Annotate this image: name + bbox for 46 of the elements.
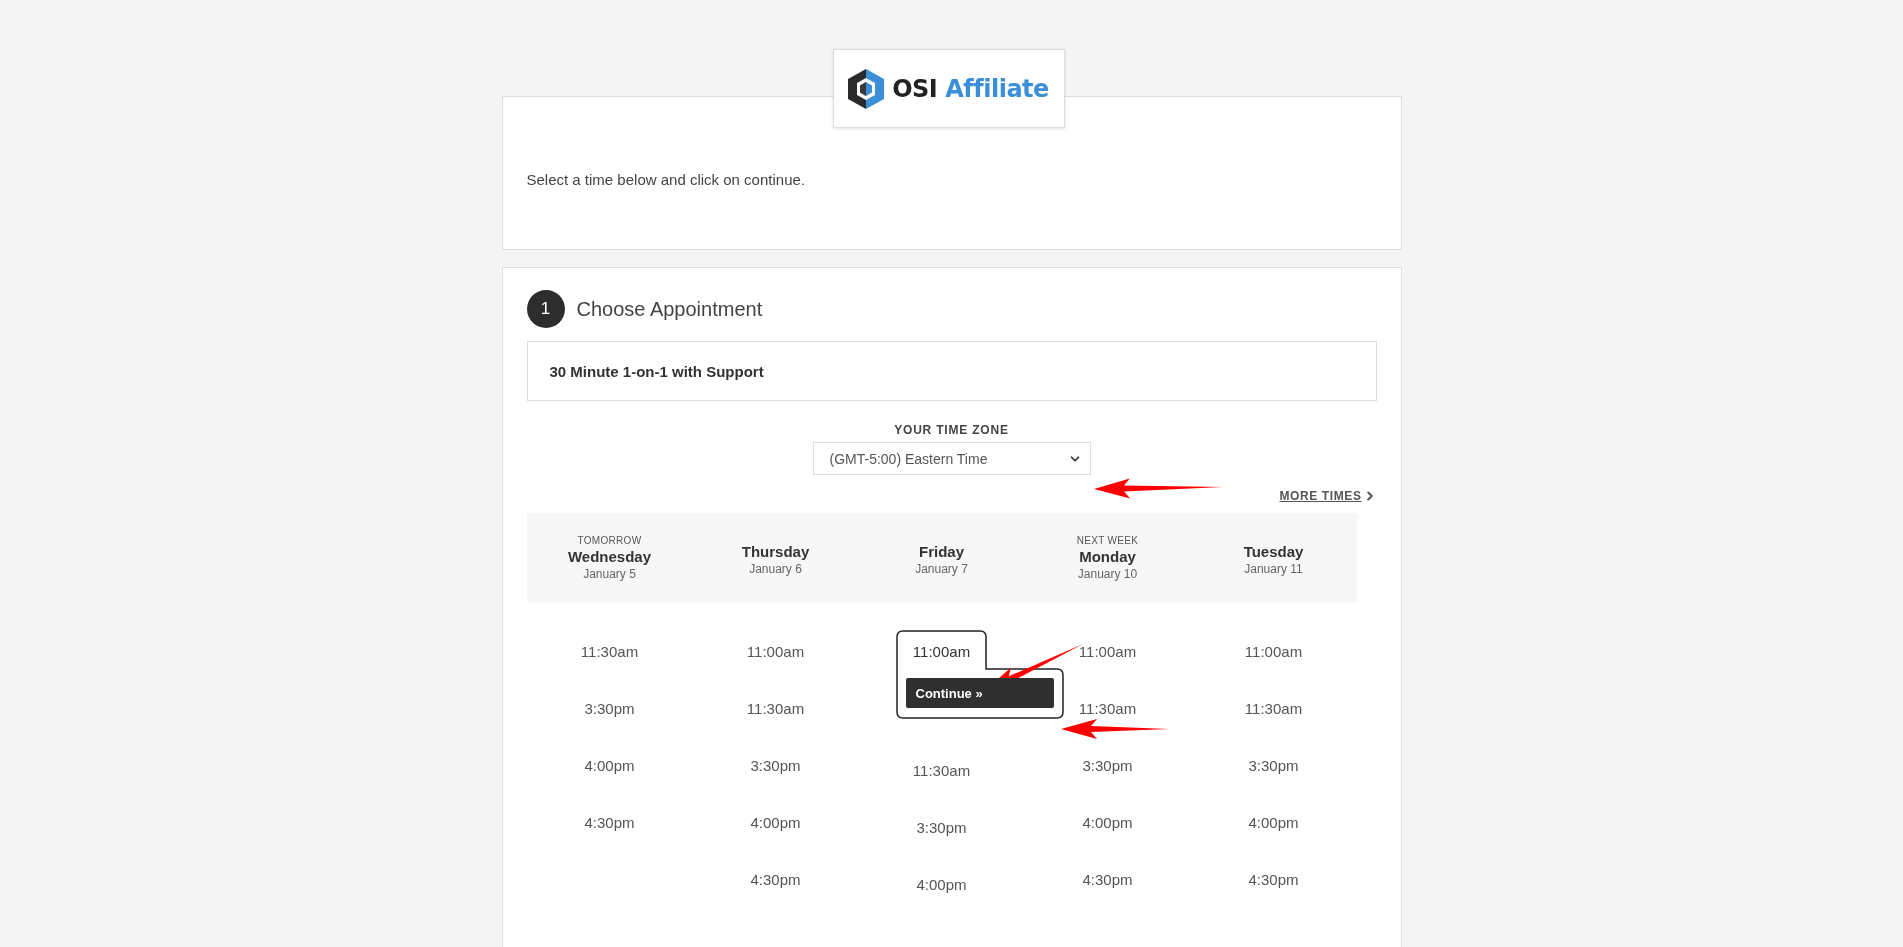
day-note: TOMORROW <box>577 535 642 546</box>
time-slot[interactable]: 3:30pm <box>916 817 967 837</box>
time-slot[interactable]: 4:00pm <box>750 812 801 832</box>
logo-text: Affiliate <box>945 74 1049 103</box>
time-slot[interactable]: 3:30pm <box>1082 755 1133 775</box>
time-slot[interactable]: 11:30am <box>912 760 971 780</box>
time-slot[interactable]: 11:30am <box>746 698 805 718</box>
time-slot[interactable]: 4:00pm <box>1248 812 1299 832</box>
day-date: January 11 <box>1244 561 1303 576</box>
time-slot[interactable]: 11:30am <box>1244 698 1303 718</box>
day-name: Thursday <box>741 542 810 560</box>
time-slot[interactable]: 3:30pm <box>750 755 801 775</box>
continue-button[interactable]: Continue » <box>905 678 1054 708</box>
day-date: January 7 <box>915 561 968 576</box>
step-title: Choose Appointment <box>576 297 763 321</box>
time-zone-select[interactable]: (GMT-5:00) Eastern Time <box>812 442 1091 475</box>
time-slot[interactable]: 4:30pm <box>1082 869 1133 889</box>
time-slot[interactable]: 11:00am <box>1078 641 1137 661</box>
hexagon-logo-icon <box>848 68 885 109</box>
more-times-link[interactable]: MORE TIMES <box>1279 489 1377 503</box>
day-date: January 10 <box>1077 567 1138 581</box>
time-slot[interactable]: 11:00am <box>912 641 971 661</box>
time-slot[interactable]: 3:30pm <box>584 698 635 718</box>
day-name: Friday <box>919 542 964 560</box>
day-name: Wednesday <box>567 548 652 565</box>
day-date: January 5 <box>583 567 636 581</box>
step-number: 1 <box>526 290 565 328</box>
time-slot[interactable]: 11:00am <box>746 641 805 661</box>
time-slot[interactable]: 11:00am <box>1244 641 1303 661</box>
time-slot[interactable]: 4:30pm <box>1248 869 1299 889</box>
intro-text: Select a time below and click on continue. <box>526 171 806 188</box>
time-slot[interactable]: 4:00pm <box>584 755 635 775</box>
time-slot[interactable]: 11:30am <box>580 641 639 661</box>
day-date: January 6 <box>749 561 802 576</box>
logo-text: OSI <box>892 74 938 103</box>
day-note: NEXT WEEK <box>1076 535 1139 546</box>
day-name: Monday <box>1079 548 1136 565</box>
time-slot[interactable]: 11:30am <box>1078 698 1137 718</box>
time-slot[interactable]: 4:30pm <box>584 812 635 832</box>
appointment-type: 30 Minute 1-on-1 with Support <box>526 341 1377 401</box>
time-zone-label: YOUR TIME ZONE <box>894 423 1009 437</box>
time-slot[interactable]: 4:00pm <box>1082 812 1133 832</box>
time-slot[interactable]: 3:30pm <box>1248 755 1299 775</box>
time-slot[interactable]: 4:30pm <box>750 869 801 889</box>
day-name: Tuesday <box>1243 542 1304 560</box>
time-slot[interactable]: 4:00pm <box>916 874 967 894</box>
